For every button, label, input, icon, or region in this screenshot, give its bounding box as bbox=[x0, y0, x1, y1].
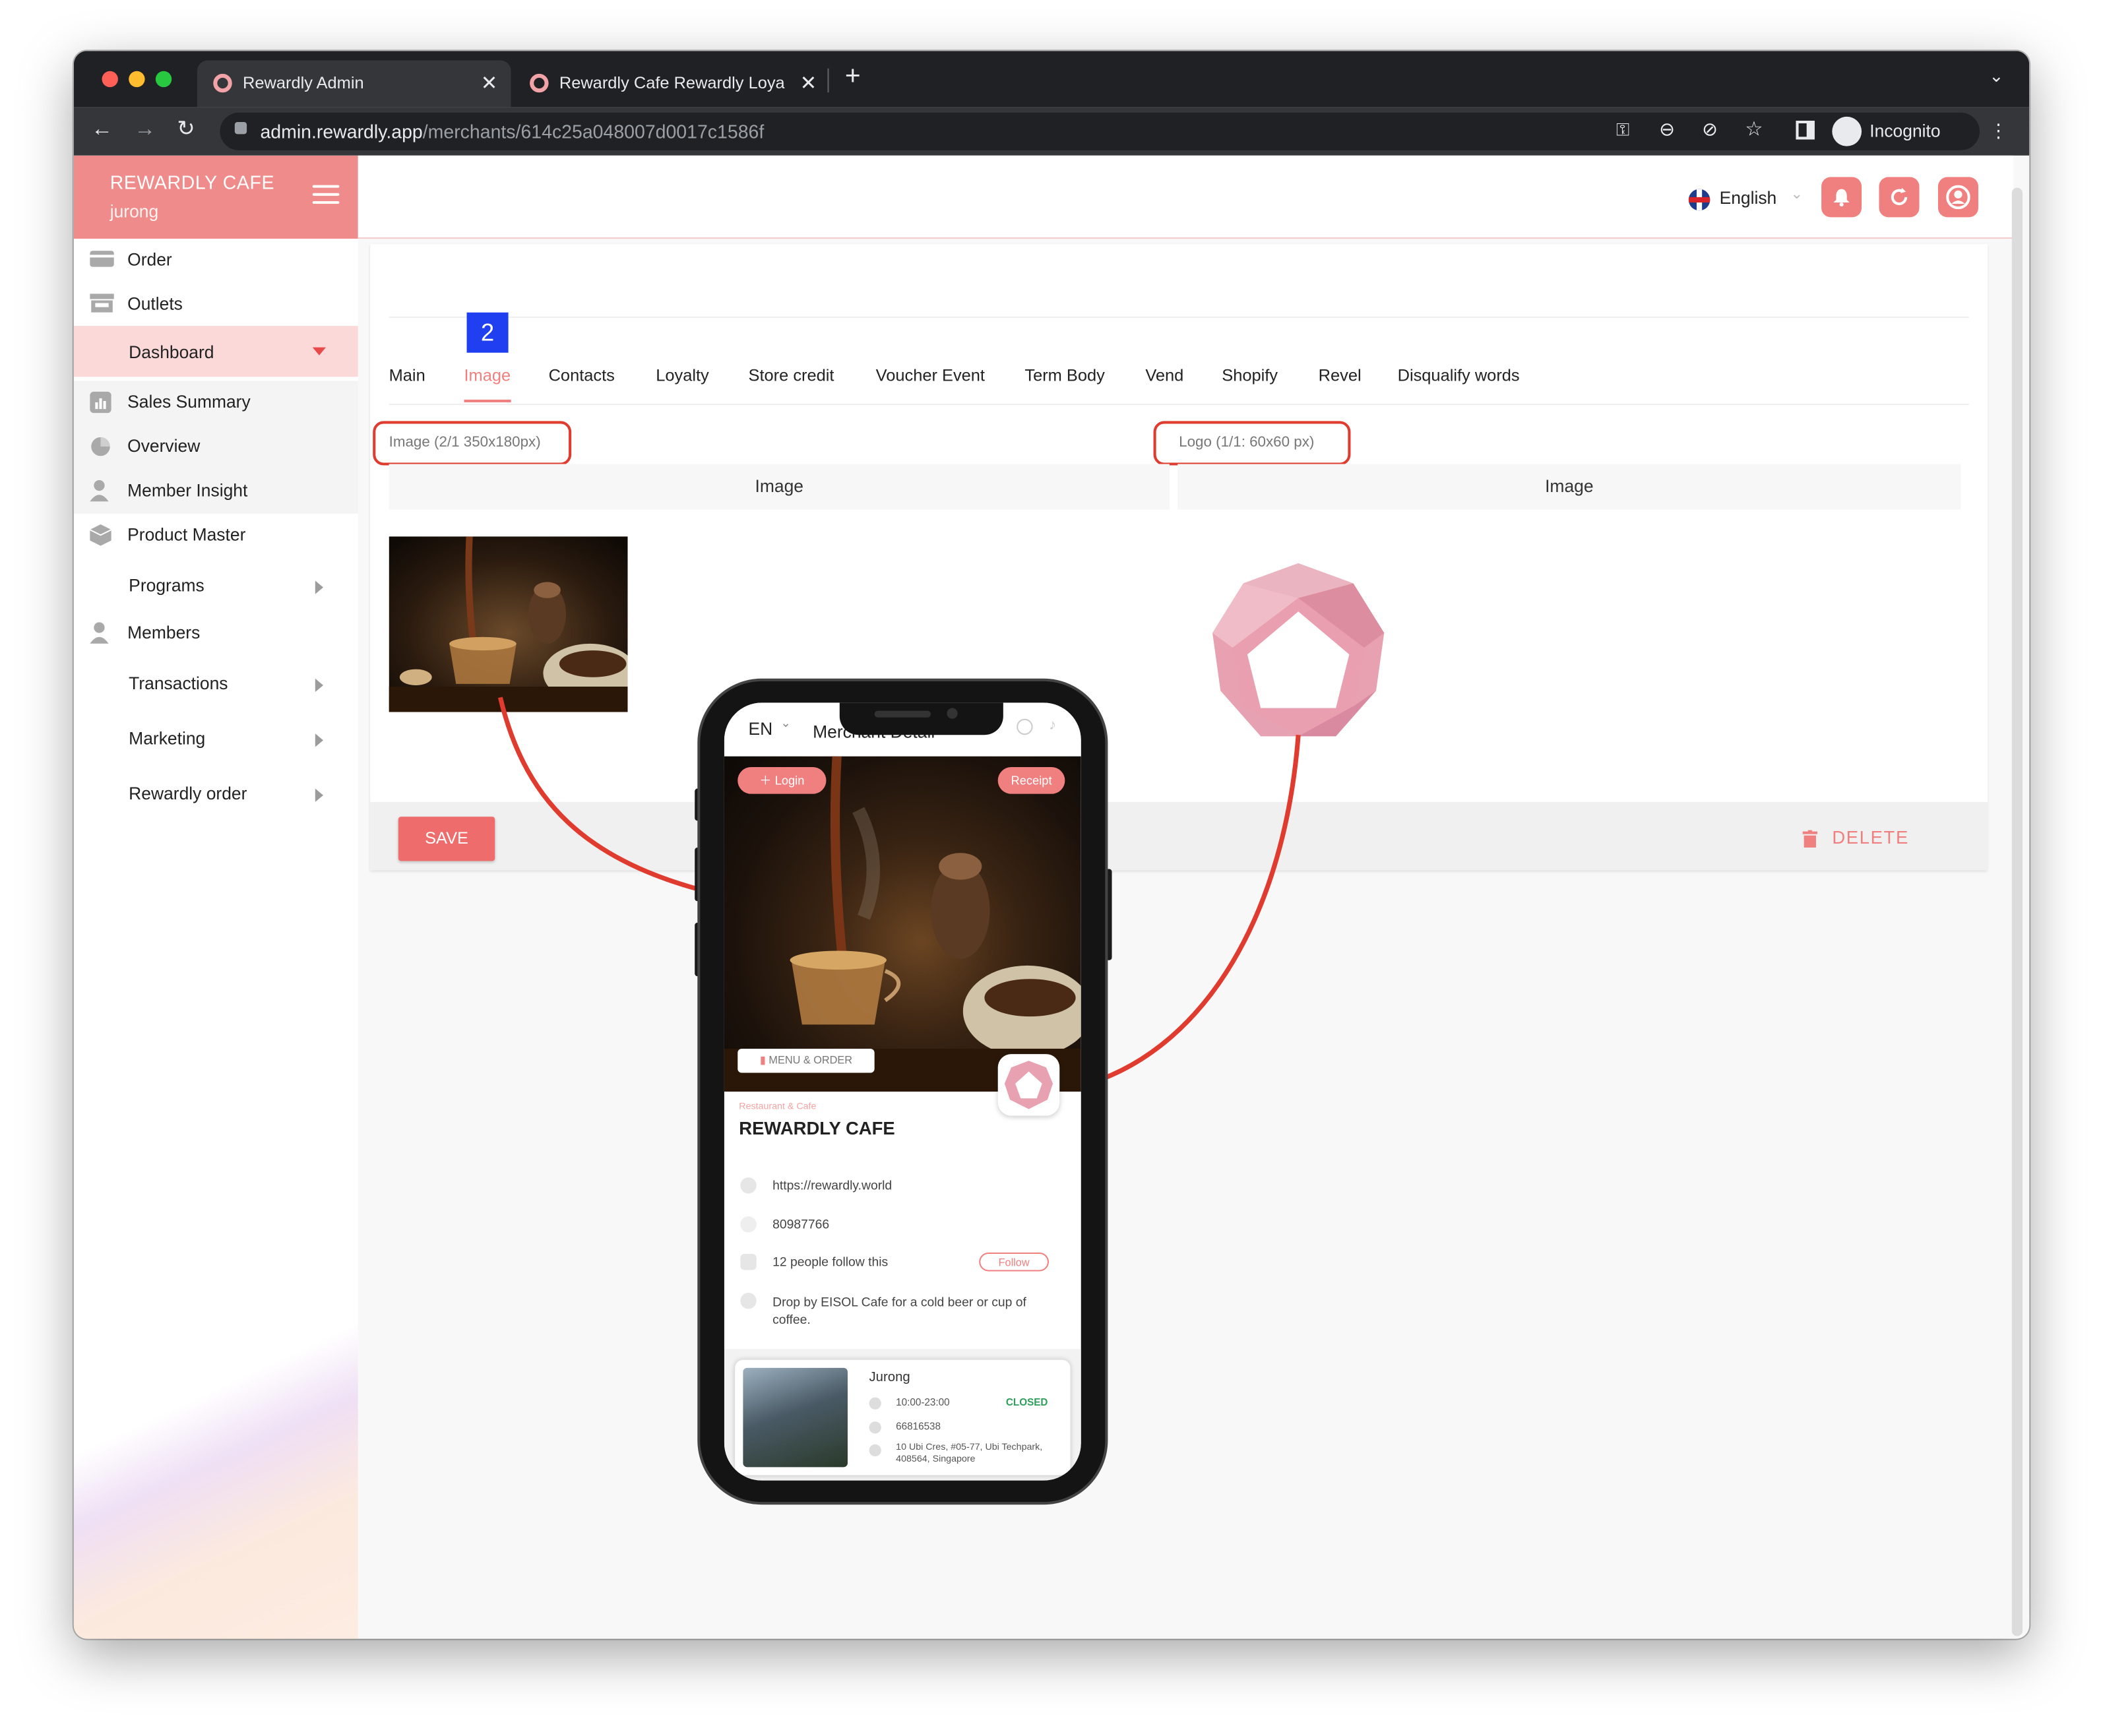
app-website[interactable]: https://rewardly.world bbox=[772, 1179, 892, 1193]
phone-notch bbox=[839, 702, 1003, 735]
app-outlet-card[interactable]: Jurong 10:00-23:00 CLOSED 66816538 10 Ub… bbox=[735, 1359, 1071, 1475]
app-merchant-name: REWARDLY CAFE bbox=[739, 1118, 895, 1139]
info-icon bbox=[740, 1293, 757, 1309]
app-description: Drop by EISOL Cafe for a cold beer or cu… bbox=[772, 1295, 1026, 1328]
app-follow-button[interactable]: Follow bbox=[979, 1253, 1049, 1272]
app-hero-image: ＋ Login Receipt ▮ MENU & ORDER bbox=[724, 756, 1081, 1092]
outlet-status: CLOSED bbox=[1005, 1396, 1048, 1408]
phone-icon bbox=[869, 1421, 881, 1434]
app-category: Restaurant & Cafe bbox=[739, 1102, 817, 1112]
app-menu-order-button[interactable]: ▮ MENU & ORDER bbox=[738, 1048, 875, 1073]
outlet-phone: 66816538 bbox=[896, 1420, 941, 1433]
chevron-down-icon: ⌄ bbox=[780, 716, 791, 730]
follow-icon bbox=[740, 1254, 757, 1270]
location-icon bbox=[869, 1444, 881, 1457]
logo-arrow bbox=[1088, 734, 1301, 1086]
globe-icon bbox=[740, 1177, 757, 1194]
bell-icon[interactable]: ♪ bbox=[1049, 718, 1056, 733]
outlet-address: 10 Ubi Cres, #05-77, Ubi Techpark, 40856… bbox=[896, 1442, 1043, 1465]
app-phone[interactable]: 80987766 bbox=[772, 1218, 829, 1232]
outlet-photo bbox=[743, 1367, 848, 1468]
app-login-button[interactable]: ＋ Login bbox=[738, 766, 827, 794]
phone-icon bbox=[740, 1216, 757, 1233]
app-receipt-button[interactable]: Receipt bbox=[997, 766, 1065, 794]
phone-screen: EN ⌄ Merchant Detail ♪ bbox=[724, 702, 1081, 1481]
clock-icon bbox=[869, 1397, 881, 1410]
phone-mockup: EN ⌄ Merchant Detail ♪ bbox=[700, 681, 1106, 1503]
app-logo-icon bbox=[997, 1054, 1060, 1116]
outlet-hours: 10:00-23:00 bbox=[896, 1396, 950, 1408]
app-language[interactable]: EN bbox=[749, 719, 773, 739]
page-scrollbar[interactable] bbox=[2011, 187, 2023, 1636]
outlet-name: Jurong bbox=[869, 1370, 910, 1386]
user-icon[interactable] bbox=[1017, 718, 1033, 735]
app-followers: 12 people follow this bbox=[772, 1255, 889, 1270]
